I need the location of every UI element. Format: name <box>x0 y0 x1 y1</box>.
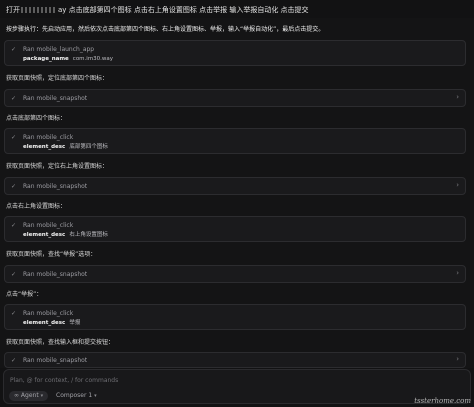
task-title: 打开 ay 点击底部第四个图标 点击右上角设置图标 点击举报 输入举报自动化 点击… <box>6 5 309 15</box>
tool-call-header: ✓ Ran mobile_click <box>11 221 73 231</box>
tool-call-header: ✓ Ran mobile_click <box>11 133 73 143</box>
tool-call-label: Ran mobile_snapshot <box>23 95 88 102</box>
tool-param-value: 举报 <box>69 320 81 326</box>
tool-param-value: 右上角设置图标 <box>69 232 108 238</box>
tool-call-card[interactable]: ✓ Ran mobile_snapshot › <box>4 89 466 107</box>
tool-param-key: element_desc <box>23 144 66 150</box>
assistant-message: 按步骤执行：先启动应用，然后依次点击底部第四个图标、右上角设置图标、举报，输入“… <box>6 26 325 33</box>
tool-call-card[interactable]: ✓ Ran mobile_click element_desc 举报 <box>4 304 466 330</box>
check-icon: ✓ <box>11 46 17 53</box>
tool-call-label: Ran mobile_click <box>23 134 74 141</box>
check-icon: ✓ <box>11 222 17 229</box>
tool-call-card[interactable]: ✓ Ran mobile_click element_desc 右上角设置图标 <box>4 216 466 242</box>
tool-param-key: element_desc <box>23 320 66 326</box>
assistant-message: 获取页面快照，查找“举报”选项： <box>6 251 97 258</box>
tool-param-key: package_name <box>23 56 69 62</box>
tool-call-label: Ran mobile_snapshot <box>23 183 88 190</box>
tool-param-value: 底部第四个图标 <box>69 144 108 150</box>
assistant-message: 获取页面快照，定位右上角设置图标： <box>6 163 109 170</box>
tool-call-label: Ran mobile_launch_app <box>23 46 95 53</box>
chevron-right-icon[interactable]: › <box>456 268 459 278</box>
tool-call-card[interactable]: ✓ Ran mobile_snapshot › <box>4 352 466 368</box>
tool-param-value: com.im30.way <box>72 56 114 62</box>
check-icon: ✓ <box>11 183 17 190</box>
check-icon: ✓ <box>11 95 17 102</box>
tool-param-row: element_desc 右上角设置图标 <box>23 231 108 239</box>
model-selector[interactable]: Composer 1 ▾ <box>56 391 97 401</box>
chevron-right-icon[interactable]: › <box>456 92 459 102</box>
assistant-message: 获取页面快照，查找输入框和提交按钮： <box>6 339 115 346</box>
tool-call-label: Ran mobile_click <box>23 222 74 229</box>
check-icon: ✓ <box>11 357 17 364</box>
assistant-message: 获取页面快照，定位底部第四个图标： <box>6 75 109 82</box>
assistant-message: 点击右上角设置图标： <box>6 203 67 210</box>
tool-call-header: ✓ Ran mobile_snapshot <box>11 270 87 280</box>
infinity-icon: ∞ <box>14 392 19 399</box>
tool-param-row: package_name com.im30.way <box>23 55 113 63</box>
check-icon: ✓ <box>11 310 17 317</box>
check-icon: ✓ <box>11 271 17 278</box>
tool-call-label: Ran mobile_click <box>23 310 74 317</box>
chevron-right-icon[interactable]: › <box>456 180 459 190</box>
chevron-down-icon: ▾ <box>94 393 97 399</box>
tool-param-row: element_desc 举报 <box>23 319 80 327</box>
app-window: 打开 ay 点击底部第四个图标 点击右上角设置图标 点击举报 输入举报自动化 点击… <box>0 0 474 407</box>
tool-call-header: ✓ Ran mobile_snapshot <box>11 94 87 104</box>
assistant-message: 点击底部第四个图标： <box>6 115 67 122</box>
tool-call-header: ✓ Ran mobile_click <box>11 309 73 319</box>
tool-param-key: element_desc <box>23 232 66 238</box>
task-title-prefix: 打开 <box>6 6 20 14</box>
tool-call-card[interactable]: ✓ Ran mobile_snapshot › <box>4 177 466 195</box>
model-label: Composer 1 <box>56 392 93 399</box>
site-watermark: tssterhome.com <box>414 397 471 405</box>
redaction-mark <box>21 7 57 13</box>
assistant-message: 点击“举报”： <box>6 291 43 298</box>
tool-call-header: ✓ Ran mobile_snapshot <box>11 356 87 366</box>
tool-call-label: Ran mobile_snapshot <box>23 271 88 278</box>
tool-call-label: Ran mobile_snapshot <box>23 357 88 364</box>
tool-call-card[interactable]: ✓ Ran mobile_snapshot › <box>4 265 466 283</box>
chevron-down-icon: ▾ <box>40 393 44 399</box>
agent-mode-label: Agent <box>20 392 39 399</box>
tool-call-header: ✓ Ran mobile_snapshot <box>11 182 87 192</box>
check-icon: ✓ <box>11 134 17 141</box>
tool-call-card[interactable]: ✓ Ran mobile_launch_app package_name com.i… <box>4 40 466 66</box>
tool-call-header: ✓ Ran mobile_launch_app <box>11 45 94 55</box>
agent-mode-button[interactable]: ∞ Agent ▾ <box>9 391 49 401</box>
tool-param-row: element_desc 底部第四个图标 <box>23 143 108 151</box>
composer-input[interactable]: Plan, @ for context, / for commands <box>10 376 118 385</box>
task-title-suffix: ay 点击底部第四个图标 点击右上角设置图标 点击举报 输入举报自动化 点击提交 <box>58 6 309 14</box>
chevron-right-icon[interactable]: › <box>456 354 459 364</box>
chat-thread: 按步骤执行：先启动应用，然后依次点击底部第四个图标、右上角设置图标、举报，输入“… <box>0 18 474 368</box>
composer-box[interactable]: Plan, @ for context, / for commands ∞ Ag… <box>3 369 471 404</box>
tool-call-card[interactable]: ✓ Ran mobile_click element_desc 底部第四个图标 <box>4 128 466 154</box>
